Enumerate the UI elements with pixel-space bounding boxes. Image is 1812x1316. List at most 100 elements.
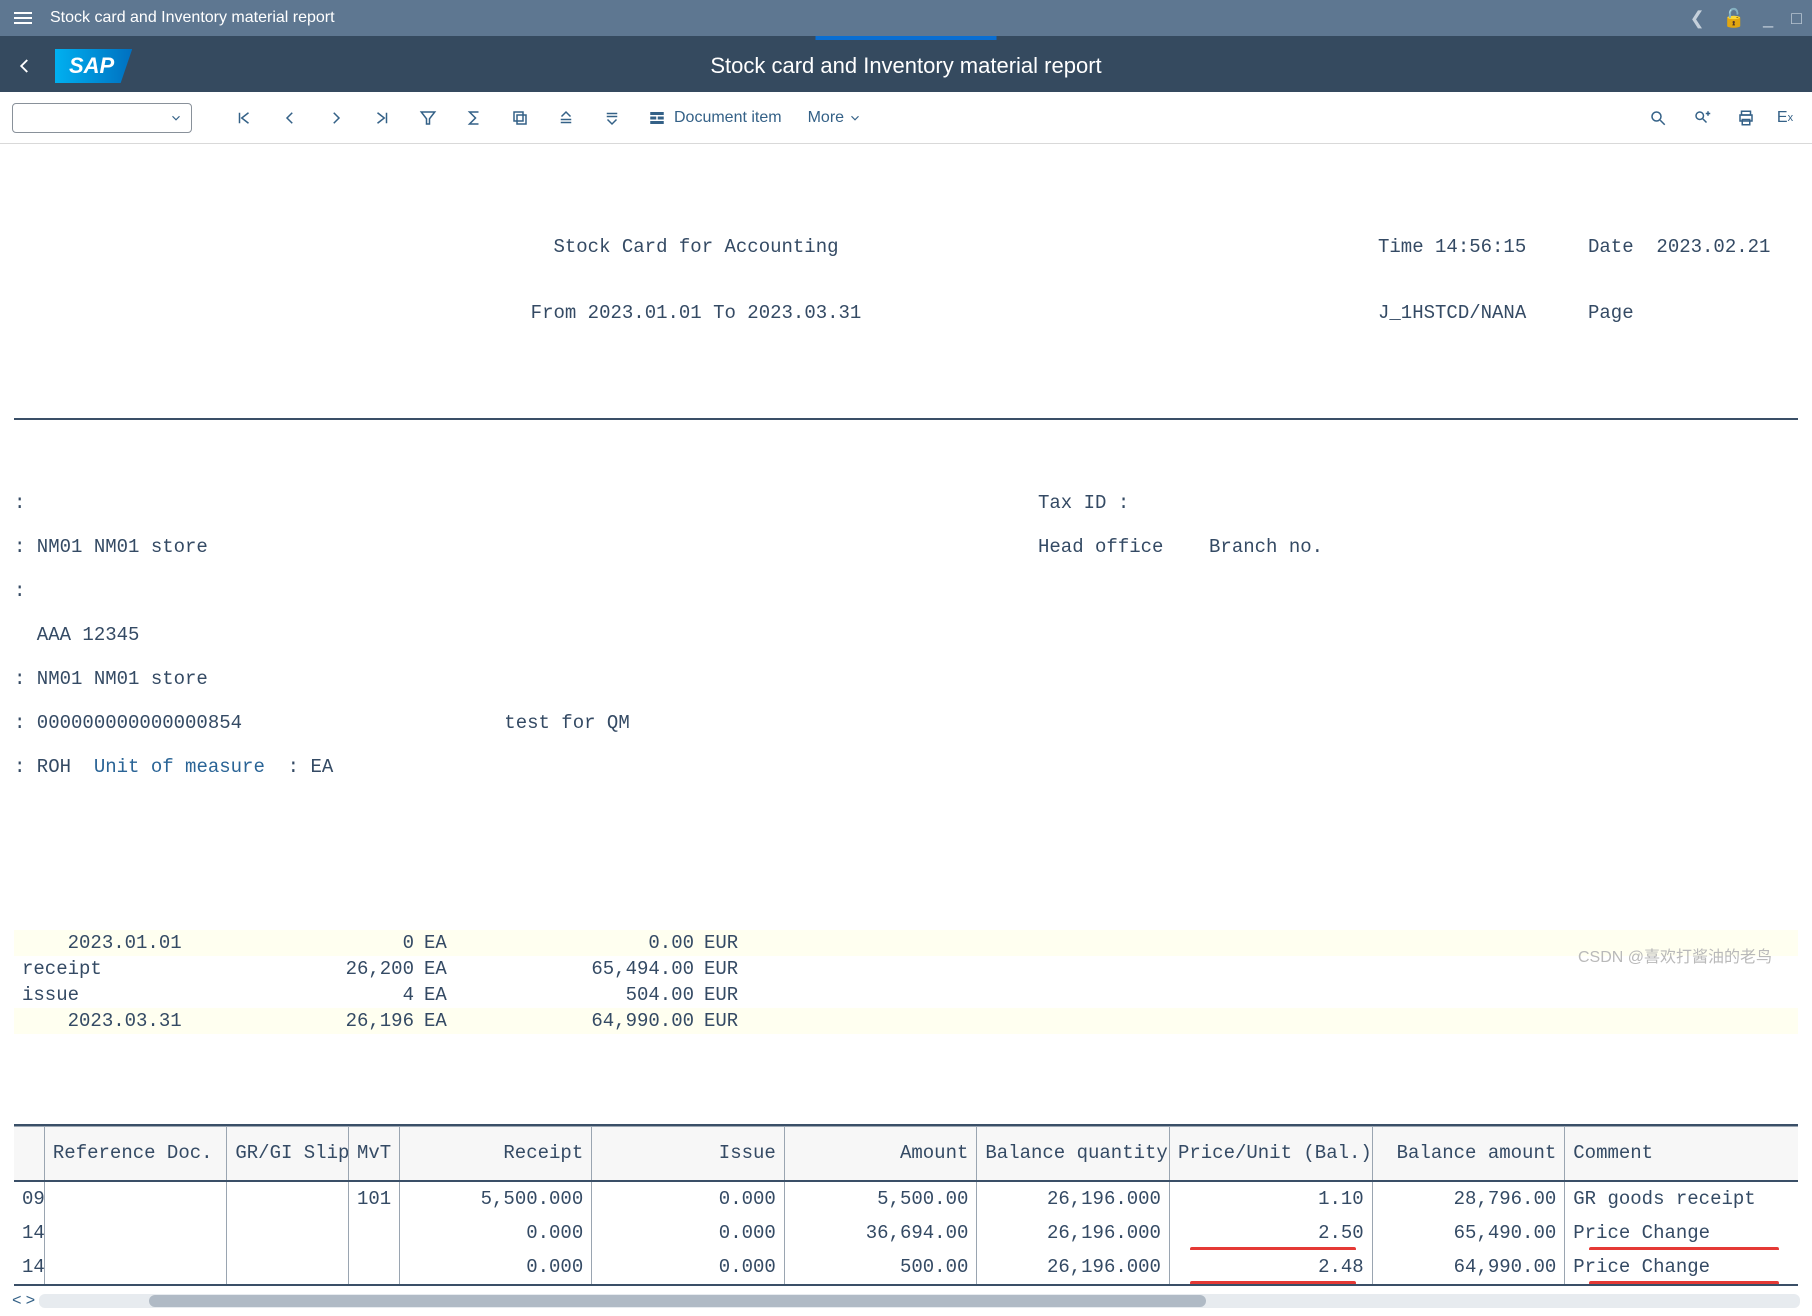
material-desc: test for QM <box>504 712 629 734</box>
sum-icon[interactable] <box>454 100 494 136</box>
table-cell: 09 <box>14 1181 44 1216</box>
table-cell: 14 <box>14 1250 44 1285</box>
table-row[interactable]: 140.0000.000500.0026,196.0002.4864,990.0… <box>14 1250 1798 1285</box>
table-cell: 28,796.00 <box>1372 1181 1565 1216</box>
time-value: 14:56:15 <box>1435 236 1526 258</box>
program-name: J_1HSTCD/NANA <box>1378 302 1588 324</box>
table-cell <box>227 1216 349 1250</box>
branch-no: Branch no. <box>1209 536 1323 558</box>
minimize-icon[interactable]: _ <box>1763 8 1773 29</box>
head-office: Head office <box>1038 536 1163 558</box>
table-cell <box>227 1250 349 1285</box>
uom-link[interactable]: Unit of measure <box>94 756 265 778</box>
table-cell: 1.10 <box>1169 1181 1372 1216</box>
column-header[interactable] <box>14 1127 44 1181</box>
page-title: Stock card and Inventory material report <box>0 53 1812 79</box>
summary-row: 2023.03.3126,196EA64,990.00EUR <box>14 1008 1798 1034</box>
scroll-region: < > <box>0 1286 1812 1316</box>
page-label: Page <box>1588 302 1798 324</box>
column-header[interactable]: GR/GI Slip <box>227 1127 349 1181</box>
column-header[interactable]: Receipt <box>399 1127 592 1181</box>
table-cell: 500.00 <box>784 1250 977 1285</box>
layout-dropdown[interactable] <box>12 103 192 133</box>
info-line: : NM01 NM01 store <box>14 536 1038 558</box>
column-header[interactable]: Comment <box>1565 1127 1798 1181</box>
table-cell: 5,500.00 <box>784 1181 977 1216</box>
table-cell: 5,500.000 <box>399 1181 592 1216</box>
info-line: : <box>14 580 1038 602</box>
app-header: SAP Stock card and Inventory material re… <box>0 36 1812 92</box>
unlock-icon[interactable]: 🔓 <box>1723 8 1745 29</box>
column-header[interactable]: Amount <box>784 1127 977 1181</box>
filter-icon[interactable] <box>408 100 448 136</box>
table-row[interactable]: 091015,500.0000.0005,500.0026,196.0001.1… <box>14 1181 1798 1216</box>
table-cell <box>44 1216 226 1250</box>
document-item-button[interactable]: Document item <box>638 109 792 127</box>
table-cell <box>348 1216 399 1250</box>
sort-desc-icon[interactable] <box>592 100 632 136</box>
prev-icon[interactable]: ❮ <box>1690 8 1705 29</box>
window-title: Stock card and Inventory material report <box>50 9 335 27</box>
first-page-icon[interactable] <box>224 100 264 136</box>
table-cell: 0.000 <box>592 1216 785 1250</box>
print-icon[interactable] <box>1726 100 1766 136</box>
scroll-left-icon[interactable]: < <box>12 1292 22 1310</box>
table-cell: 0.000 <box>399 1250 592 1285</box>
report-daterange: From 2023.01.01 To 2023.03.31 <box>14 302 1378 324</box>
report-body: Stock Card for Accounting From 2023.01.0… <box>0 144 1812 1118</box>
table-cell: 0.000 <box>399 1216 592 1250</box>
horizontal-scrollbar[interactable] <box>39 1294 1800 1308</box>
alv-table: Reference Doc.GR/GI SlipMvTReceiptIssueA… <box>14 1126 1798 1286</box>
summary-row: issue4EA504.00EUR <box>14 982 1798 1008</box>
back-button[interactable] <box>0 40 50 92</box>
uom-value: : EA <box>265 756 333 778</box>
menu-icon[interactable] <box>10 8 36 28</box>
date-label: Date <box>1588 236 1634 258</box>
maximize-icon[interactable]: □ <box>1791 8 1802 29</box>
table-cell: GR goods receipt <box>1565 1181 1798 1216</box>
search-icon[interactable] <box>1638 100 1678 136</box>
table-cell: 0.000 <box>592 1181 785 1216</box>
table-cell: Price Change <box>1565 1250 1798 1285</box>
prev-page-icon[interactable] <box>270 100 310 136</box>
info-line: : <box>14 492 1038 514</box>
toolbar: Document item More Ex <box>0 92 1812 144</box>
info-line: : NM01 NM01 store <box>14 668 1038 690</box>
search-next-icon[interactable] <box>1682 100 1722 136</box>
column-header[interactable]: Issue <box>592 1127 785 1181</box>
window-titlebar: Stock card and Inventory material report… <box>0 0 1812 36</box>
document-item-label: Document item <box>674 109 782 127</box>
column-header[interactable]: MvT <box>348 1127 399 1181</box>
column-header[interactable]: Balance amount <box>1372 1127 1565 1181</box>
table-cell: 14 <box>14 1216 44 1250</box>
copy-icon[interactable] <box>500 100 540 136</box>
column-header[interactable]: Price/Unit (Bal.) <box>1169 1127 1372 1181</box>
table-cell <box>348 1250 399 1285</box>
column-header[interactable]: Reference Doc. <box>44 1127 226 1181</box>
table-cell: 2.50 <box>1169 1216 1372 1250</box>
exit-icon[interactable]: Ex <box>1770 100 1800 136</box>
tax-id: Tax ID : <box>1038 492 1798 514</box>
summary-row: 2023.01.010EA0.00EUR <box>14 930 1798 956</box>
table-cell: 26,196.000 <box>977 1216 1170 1250</box>
table-row[interactable]: 140.0000.00036,694.0026,196.0002.5065,49… <box>14 1216 1798 1250</box>
next-page-icon[interactable] <box>316 100 356 136</box>
table-cell <box>227 1181 349 1216</box>
watermark: CSDN @喜欢打酱油的老鸟 <box>1578 943 1772 967</box>
table-cell: 0.000 <box>592 1250 785 1285</box>
column-header[interactable]: Balance quantity <box>977 1127 1170 1181</box>
time-label: Time <box>1378 236 1424 258</box>
table-cell <box>44 1181 226 1216</box>
sort-asc-icon[interactable] <box>546 100 586 136</box>
scroll-right-icon[interactable]: > <box>26 1292 36 1310</box>
table-header-row: Reference Doc.GR/GI SlipMvTReceiptIssueA… <box>14 1127 1798 1181</box>
more-label: More <box>808 109 844 127</box>
last-page-icon[interactable] <box>362 100 402 136</box>
table-cell: 64,990.00 <box>1372 1250 1565 1285</box>
table-cell <box>44 1250 226 1285</box>
table-cell: 26,196.000 <box>977 1250 1170 1285</box>
info-line: AAA 12345 <box>14 624 1038 646</box>
table-cell: 101 <box>348 1181 399 1216</box>
table-cell: Price Change <box>1565 1216 1798 1250</box>
more-button[interactable]: More <box>798 109 872 127</box>
